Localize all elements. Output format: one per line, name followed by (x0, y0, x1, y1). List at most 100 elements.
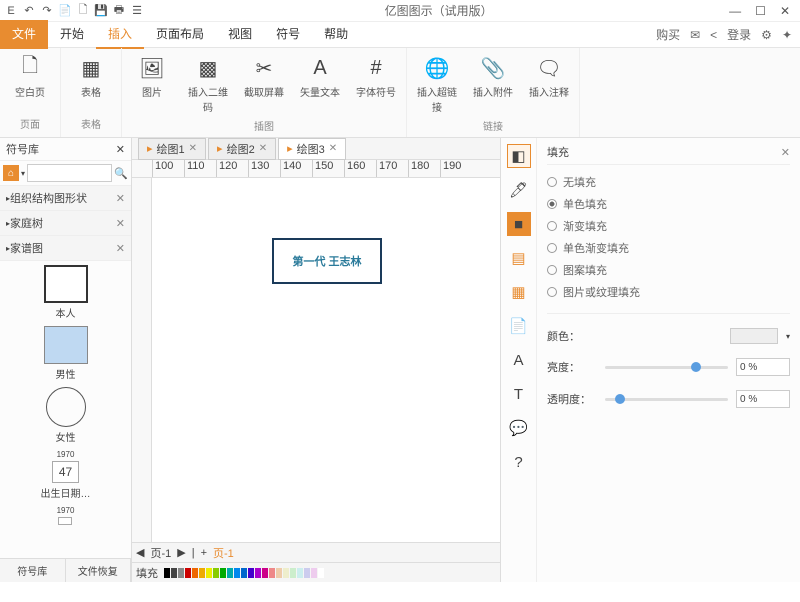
close-icon[interactable]: ✕ (781, 146, 790, 159)
drawing-page[interactable]: 第一代 王志林 (152, 178, 500, 542)
menu-right-item[interactable]: 登录 (727, 26, 751, 43)
ribbon-button[interactable]: #字体符号 (352, 52, 400, 101)
ribbon-button[interactable]: 🗨插入注释 (525, 52, 573, 101)
swatch[interactable] (199, 568, 205, 578)
shape-item[interactable]: 1970 (57, 506, 75, 527)
qat-button[interactable]: ↷ (40, 4, 54, 18)
page-tab[interactable]: 页-1 (150, 545, 171, 561)
sidebar-tab[interactable]: 符号库 (0, 559, 66, 582)
close-icon[interactable]: ✕ (116, 143, 125, 156)
ribbon-tab[interactable]: 视图 (216, 20, 264, 49)
shape-item[interactable]: 男性 (44, 326, 88, 381)
shape-item[interactable]: 197047出生日期… (41, 450, 91, 500)
property-tool[interactable]: ◧ (507, 144, 531, 168)
menu-right-item[interactable]: ✉ (690, 28, 700, 42)
ribbon-button[interactable]: A矢量文本 (296, 52, 344, 101)
canvas[interactable]: 第一代 王志林 (132, 178, 500, 542)
shape-item[interactable]: 女性 (46, 387, 86, 444)
ribbon-tab[interactable]: 帮助 (312, 20, 360, 49)
shape-item[interactable]: 本人 (44, 265, 88, 320)
nav-prev-icon[interactable]: ◀ (136, 546, 144, 559)
brightness-value[interactable]: 0 % (736, 358, 790, 376)
property-tool[interactable]: ? (507, 450, 531, 474)
swatch[interactable] (220, 568, 226, 578)
swatch[interactable] (276, 568, 282, 578)
fill-type-radio[interactable]: 图片或纹理填充 (547, 281, 790, 303)
color-picker[interactable] (730, 328, 778, 344)
chevron-down-icon[interactable]: ▾ (21, 169, 25, 178)
property-tool[interactable]: ▤ (507, 246, 531, 270)
menu-right-item[interactable]: < (710, 28, 717, 42)
swatch[interactable] (283, 568, 289, 578)
ribbon-button[interactable]: 🖼图片 (128, 52, 176, 101)
add-page-icon[interactable]: + (201, 547, 207, 559)
document-tab[interactable]: ▸绘图2✕ (208, 138, 276, 160)
accordion-header[interactable]: ▸ 组织结构图形状✕ (0, 186, 131, 211)
swatch[interactable] (304, 568, 310, 578)
org-node[interactable]: 第一代 王志林 (272, 238, 382, 284)
swatch[interactable] (297, 568, 303, 578)
tab-file[interactable]: 文件 (0, 20, 48, 49)
sidebar-tab[interactable]: 文件恢复 (66, 559, 132, 582)
property-tool[interactable]: T (507, 382, 531, 406)
chevron-down-icon[interactable]: ▾ (786, 332, 790, 341)
nav-next-icon[interactable]: ▶ (177, 546, 185, 559)
ribbon-tab[interactable]: 页面布局 (144, 20, 216, 49)
qat-button[interactable]: 💾 (94, 4, 108, 18)
ribbon-tab[interactable]: 开始 (48, 20, 96, 49)
property-tool[interactable]: 📄 (507, 314, 531, 338)
qat-button[interactable]: 🖶 (112, 4, 126, 18)
menu-right-item[interactable]: 购买 (656, 26, 680, 43)
fill-type-radio[interactable]: 图案填充 (547, 259, 790, 281)
fill-type-radio[interactable]: 单色填充 (547, 193, 790, 215)
window-button[interactable]: ☐ (755, 4, 766, 18)
document-tab[interactable]: ▸绘图3✕ (278, 138, 346, 160)
swatch[interactable] (227, 568, 233, 578)
swatch[interactable] (248, 568, 254, 578)
menu-right-item[interactable]: ✦ (782, 28, 792, 42)
ribbon-button[interactable]: 📎插入附件 (469, 52, 517, 101)
swatch[interactable] (262, 568, 268, 578)
qat-button[interactable]: ↶ (22, 4, 36, 18)
swatch[interactable] (318, 568, 324, 578)
qat-button[interactable]: ☰ (130, 4, 144, 18)
opacity-slider[interactable] (605, 398, 728, 401)
property-tool[interactable]: 🖊 (507, 178, 531, 202)
ribbon-button[interactable]: ▦表格 (67, 52, 115, 101)
accordion-header[interactable]: ▸ 家谱图✕ (0, 236, 131, 261)
accordion-header[interactable]: ▸ 家庭树✕ (0, 211, 131, 236)
swatch[interactable] (255, 568, 261, 578)
menu-right-item[interactable]: ⚙ (761, 28, 772, 42)
search-input[interactable] (27, 164, 112, 182)
property-tool[interactable]: 💬 (507, 416, 531, 440)
fill-type-radio[interactable]: 渐变填充 (547, 215, 790, 237)
swatch[interactable] (213, 568, 219, 578)
qat-button[interactable]: 🗋 (76, 4, 90, 18)
ribbon-button[interactable]: 🗋空白页 (6, 52, 54, 101)
page-tab-right[interactable]: 页-1 (213, 545, 234, 561)
swatch[interactable] (178, 568, 184, 578)
swatch[interactable] (241, 568, 247, 578)
ribbon-button[interactable]: ▩插入二维码 (184, 52, 232, 116)
opacity-value[interactable]: 0 % (736, 390, 790, 408)
color-swatches[interactable] (164, 568, 324, 578)
brightness-slider[interactable] (605, 366, 728, 369)
swatch[interactable] (164, 568, 170, 578)
window-button[interactable]: — (729, 4, 741, 18)
search-icon[interactable]: 🔍 (114, 167, 128, 180)
property-tool[interactable]: ■ (507, 212, 531, 236)
ribbon-tab[interactable]: 插入 (96, 20, 144, 49)
property-tool[interactable]: A (507, 348, 531, 372)
ribbon-button[interactable]: 🌐插入超链接 (413, 52, 461, 116)
swatch[interactable] (192, 568, 198, 578)
qat-button[interactable]: 📄 (58, 4, 72, 18)
document-tab[interactable]: ▸绘图1✕ (138, 138, 206, 160)
ribbon-button[interactable]: ✂截取屏幕 (240, 52, 288, 101)
swatch[interactable] (206, 568, 212, 578)
swatch[interactable] (234, 568, 240, 578)
swatch[interactable] (311, 568, 317, 578)
property-tool[interactable]: ▦ (507, 280, 531, 304)
fill-type-radio[interactable]: 单色渐变填充 (547, 237, 790, 259)
fill-type-radio[interactable]: 无填充 (547, 171, 790, 193)
window-button[interactable]: ✕ (780, 4, 790, 18)
